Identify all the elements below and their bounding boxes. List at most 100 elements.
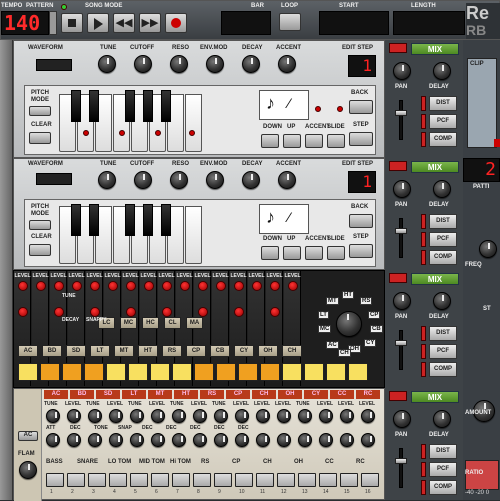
key-cs[interactable] — [71, 90, 81, 122]
level-knob[interactable] — [216, 281, 226, 291]
level-knob[interactable] — [54, 281, 64, 291]
tune-knob[interactable] — [234, 307, 244, 317]
tune-knob[interactable] — [54, 307, 64, 317]
tune-knob[interactable] — [126, 307, 136, 317]
808-param-knob[interactable] — [130, 409, 144, 423]
mute-led[interactable] — [389, 161, 407, 171]
voice-selector-knob[interactable] — [336, 311, 362, 337]
808-param-knob[interactable] — [193, 433, 207, 447]
selector-label[interactable]: AC — [326, 341, 339, 349]
drum-channel-name[interactable]: CY — [234, 345, 254, 357]
pcf-led[interactable] — [421, 344, 426, 359]
808-step-button[interactable] — [235, 473, 253, 487]
level-knob[interactable] — [162, 281, 172, 291]
808-step-button[interactable] — [46, 473, 64, 487]
delay-knob[interactable] — [433, 62, 451, 80]
808-param-knob[interactable] — [151, 409, 165, 423]
808-param-knob[interactable] — [193, 409, 207, 423]
808-param-knob[interactable] — [256, 409, 270, 423]
drum-channel-name[interactable]: LT — [90, 345, 110, 357]
808-step-button[interactable] — [109, 473, 127, 487]
comp-led[interactable] — [421, 480, 426, 495]
level-knob[interactable] — [90, 281, 100, 291]
fader-cap[interactable] — [395, 110, 407, 116]
drum-channel-name[interactable]: CH — [282, 345, 302, 357]
step-button[interactable] — [349, 132, 373, 146]
808-param-knob[interactable] — [130, 433, 144, 447]
reso-knob[interactable] — [170, 171, 188, 189]
808-param-knob[interactable] — [46, 409, 60, 423]
accent-knob[interactable] — [278, 55, 296, 73]
pcf-led[interactable] — [421, 462, 426, 477]
pcf-led[interactable] — [421, 232, 426, 247]
envmod-knob[interactable] — [206, 171, 224, 189]
808-step-button[interactable] — [298, 473, 316, 487]
drum-step-button[interactable] — [348, 363, 368, 381]
808-param-knob[interactable] — [67, 409, 81, 423]
drum-step-button[interactable] — [304, 363, 324, 381]
synth2-keyboard[interactable] — [59, 204, 259, 264]
808-step-button[interactable] — [214, 473, 232, 487]
clear-button[interactable] — [29, 244, 51, 256]
level-knob[interactable] — [270, 281, 280, 291]
flam-knob[interactable] — [19, 461, 37, 479]
dist-button[interactable]: DIST — [429, 214, 457, 229]
loop-toggle[interactable] — [279, 13, 301, 31]
key-gs[interactable] — [143, 204, 153, 236]
play-button[interactable] — [87, 13, 109, 33]
waveform-switch[interactable] — [36, 59, 72, 71]
selector-label[interactable]: CY — [364, 339, 377, 347]
comp-button[interactable]: COMP — [429, 480, 457, 495]
selector-label[interactable]: CH — [338, 349, 351, 357]
tune-knob[interactable] — [270, 307, 280, 317]
selector-label[interactable]: CP — [368, 311, 381, 319]
comp-led[interactable] — [421, 250, 426, 265]
key-c2[interactable] — [185, 94, 202, 152]
loop-length-slider[interactable] — [393, 11, 465, 35]
fader-cap[interactable] — [395, 228, 407, 234]
cutoff-knob[interactable] — [134, 55, 152, 73]
step-button[interactable] — [349, 244, 373, 258]
dist-button[interactable]: DIST — [429, 444, 457, 459]
volume-fader[interactable] — [399, 330, 403, 370]
drum-step-button[interactable] — [84, 363, 104, 381]
drum-channel-name[interactable]: AC — [18, 345, 38, 357]
tom-switch[interactable]: HC — [142, 317, 159, 329]
drum-step-button[interactable] — [40, 363, 60, 381]
808-param-knob[interactable] — [361, 433, 375, 447]
comp-led[interactable] — [421, 362, 426, 377]
comp-led[interactable] — [421, 132, 426, 147]
key-as[interactable] — [161, 90, 171, 122]
slide-button[interactable] — [327, 246, 345, 260]
key-ds[interactable] — [89, 90, 99, 122]
accent-button[interactable] — [305, 134, 323, 148]
808-param-knob[interactable] — [319, 433, 333, 447]
808-param-knob[interactable] — [361, 409, 375, 423]
delay-knob[interactable] — [433, 180, 451, 198]
key-cs[interactable] — [71, 204, 81, 236]
tom-switch[interactable]: CL — [164, 317, 181, 329]
level-knob[interactable] — [126, 281, 136, 291]
808-param-knob[interactable] — [109, 433, 123, 447]
level-knob[interactable] — [180, 281, 190, 291]
pan-knob[interactable] — [393, 62, 411, 80]
level-knob[interactable] — [234, 281, 244, 291]
level-knob[interactable] — [36, 281, 46, 291]
drum-channel-name[interactable]: RS — [162, 345, 182, 357]
level-knob[interactable] — [144, 281, 154, 291]
808-param-knob[interactable] — [319, 409, 333, 423]
808-step-button[interactable] — [172, 473, 190, 487]
level-knob[interactable] — [18, 281, 28, 291]
drum-step-button[interactable] — [150, 363, 170, 381]
volume-fader[interactable] — [399, 218, 403, 258]
drum-step-button[interactable] — [238, 363, 258, 381]
up-button[interactable] — [283, 134, 301, 148]
808-param-knob[interactable] — [88, 433, 102, 447]
drum-step-button[interactable] — [194, 363, 214, 381]
reso-knob[interactable] — [170, 55, 188, 73]
808-param-knob[interactable] — [214, 409, 228, 423]
volume-fader[interactable] — [399, 448, 403, 488]
pcf-button[interactable]: PCF — [429, 232, 457, 247]
pan-knob[interactable] — [393, 410, 411, 428]
808-param-knob[interactable] — [256, 433, 270, 447]
